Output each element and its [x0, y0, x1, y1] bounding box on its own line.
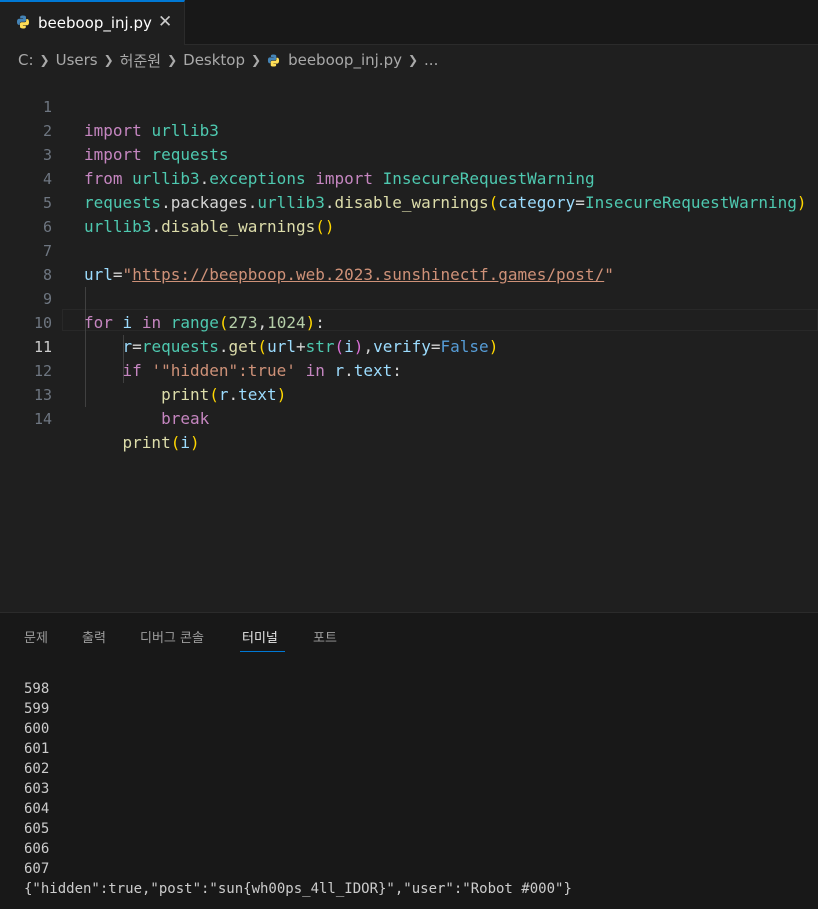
line-number: 14 [33, 410, 52, 428]
code-line: 5 urllib3.disable_warnings() [0, 167, 818, 236]
breadcrumb-item-users[interactable]: Users [56, 51, 98, 69]
terminal-line: 603 [24, 781, 50, 797]
chevron-right-icon: ❯ [251, 53, 262, 67]
terminal-line: 600 [24, 721, 50, 737]
terminal-line: 607 [24, 861, 50, 877]
terminal-line: 606 [24, 841, 50, 857]
code-line: 2 import requests [0, 95, 818, 164]
editor-tab-bar: beeboop_inj.py ✕ [0, 0, 818, 45]
tab-debug-console[interactable]: 디버그 콘솔 [140, 627, 204, 646]
code-line: 9 for i in range(273,1024): [0, 263, 818, 332]
python-icon [268, 53, 280, 67]
breadcrumb: C: ❯ Users ❯ 허준원 ❯ Desktop ❯ beeboop_inj… [18, 49, 438, 71]
tab-beeboop-inj-py[interactable]: beeboop_inj.py ✕ [0, 0, 185, 45]
terminal-line: 605 [24, 821, 50, 837]
code-line: 4 requests.packages.urllib3.disable_warn… [0, 143, 818, 212]
code-line: 13 break [0, 359, 818, 428]
code-line: 14 print(i) [0, 383, 818, 452]
code-line: 7 url="https://beepboop.web.2023.sunshin… [0, 215, 818, 284]
tab-ports[interactable]: 포트 [313, 627, 337, 646]
code-text: break [161, 409, 210, 428]
tab-problems[interactable]: 문제 [24, 627, 48, 646]
code-text: print(i) [122, 433, 200, 452]
active-tab-indicator [240, 651, 285, 652]
chevron-right-icon: ❯ [167, 53, 178, 67]
breadcrumb-item-file[interactable]: beeboop_inj.py [288, 51, 402, 69]
tab-label: beeboop_inj.py [38, 14, 152, 32]
panel-tabs: 문제 출력 디버그 콘솔 터미널 포트 [0, 613, 818, 653]
terminal-line: {"hidden":true,"post":"sun{wh00ps_4ll_ID… [24, 881, 572, 897]
code-line: 12 print(r.text) [0, 335, 818, 404]
code-line: 1 import urllib3 [0, 71, 818, 140]
close-icon[interactable]: ✕ [158, 12, 172, 32]
tab-terminal[interactable]: 터미널 [242, 627, 278, 646]
code-editor[interactable]: 1 import urllib3 2 import requests 3 fro… [0, 71, 818, 611]
terminal-line: 598 [24, 681, 50, 697]
code-line: 6 [0, 191, 818, 236]
code-line: 3 from urllib3.exceptions import Insecur… [0, 119, 818, 188]
bottom-panel: 문제 출력 디버그 콘솔 터미널 포트 598 599 600 601 602 603 60… [0, 612, 818, 909]
terminal-line: 602 [24, 761, 50, 777]
code-line-current: 11 if '"hidden":true' in r.text: [0, 311, 818, 380]
breadcrumb-item-user[interactable]: 허준원 [120, 50, 161, 71]
code-line: 10 r=requests.get(url+str(i),verify=Fals… [0, 287, 818, 356]
breadcrumb-item-symbols[interactable]: ... [424, 51, 438, 69]
terminal-output[interactable]: 598 599 600 601 602 603 604 605 606 607 {"hidden":… [24, 679, 572, 899]
terminal-line: 601 [24, 741, 50, 757]
terminal-line: 599 [24, 701, 50, 717]
chevron-right-icon: ❯ [407, 53, 419, 67]
code-line: 8 [0, 239, 818, 284]
chevron-right-icon: ❯ [103, 53, 114, 67]
breadcrumb-item-desktop[interactable]: Desktop [183, 51, 245, 69]
chevron-right-icon: ❯ [39, 53, 50, 67]
terminal-line: 604 [24, 801, 50, 817]
python-icon [17, 15, 29, 29]
tab-output[interactable]: 출력 [82, 627, 106, 646]
breadcrumb-item-drive[interactable]: C: [18, 51, 34, 69]
